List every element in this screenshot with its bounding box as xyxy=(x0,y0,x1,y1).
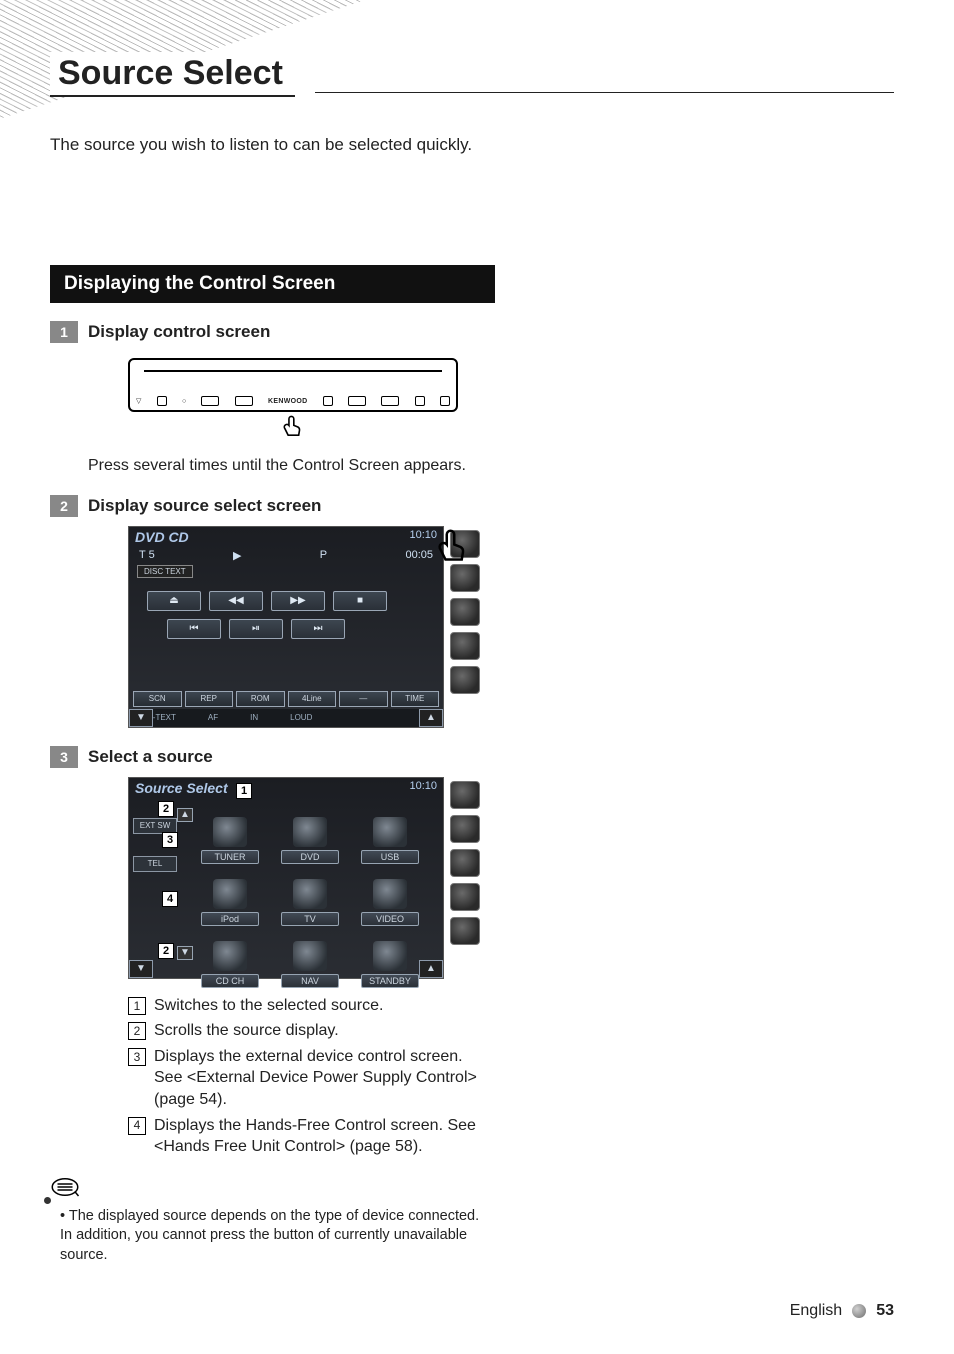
source-nav[interactable]: NAV xyxy=(279,932,341,988)
legend-text: Scrolls the source display. xyxy=(154,1020,495,1042)
tel-button[interactable]: TEL xyxy=(133,856,177,872)
footer-button[interactable]: TIME xyxy=(391,691,440,707)
callout-2-top: 2 xyxy=(158,801,174,817)
side-shortcut[interactable] xyxy=(450,917,480,945)
footer-button[interactable]: REP xyxy=(185,691,234,707)
legend-index: 1 xyxy=(128,997,146,1015)
side-panel xyxy=(444,777,486,979)
eject-button[interactable]: ⏏ xyxy=(147,591,201,611)
legend-text: Displays the Hands-Free Control screen. … xyxy=(154,1115,495,1158)
footer-button[interactable]: SCN xyxy=(133,691,182,707)
callout-1: 1 xyxy=(236,783,252,799)
page-up-button[interactable]: ▲ xyxy=(419,709,443,727)
section-heading: Displaying the Control Screen xyxy=(50,265,495,303)
footer-page-number: 53 xyxy=(876,1302,894,1320)
callout-3: 3 xyxy=(162,832,178,848)
side-shortcut[interactable] xyxy=(450,666,480,694)
source-standby[interactable]: STANDBY xyxy=(359,932,421,988)
side-shortcut[interactable] xyxy=(450,598,480,626)
source-tv[interactable]: TV xyxy=(279,870,341,926)
step1-title: Display control screen xyxy=(88,322,495,342)
control-screen: DVD CD 10:10 T 5 ▶ P 00:05 DISC TEXT ⏏ xyxy=(128,526,444,728)
step3-title: Select a source xyxy=(88,747,495,767)
disc-text-button[interactable]: DISC TEXT xyxy=(137,565,193,578)
footer-button[interactable]: — xyxy=(339,691,388,707)
legend-index: 2 xyxy=(128,1022,146,1040)
footer-button[interactable]: 4Line xyxy=(288,691,337,707)
side-shortcut[interactable] xyxy=(450,632,480,660)
play-state: P xyxy=(320,549,327,562)
legend-index: 4 xyxy=(128,1117,146,1135)
prev-track-button[interactable]: ⏮ xyxy=(167,619,221,639)
step-number-2: 2 xyxy=(50,495,78,517)
screen-title: DVD CD xyxy=(135,529,189,545)
stop-button[interactable]: ■ xyxy=(333,591,387,611)
screen-title: Source Select xyxy=(135,780,228,796)
step-number-3: 3 xyxy=(50,746,78,768)
intro-text: The source you wish to listen to can be … xyxy=(50,135,894,155)
callout-2-bottom: 2 xyxy=(158,943,174,959)
page-up-button[interactable]: ▲ xyxy=(419,960,443,978)
source-tuner[interactable]: TUNER xyxy=(199,808,261,864)
scroll-up-button[interactable]: ▲ xyxy=(177,808,193,822)
footer-bullet-icon xyxy=(852,1304,866,1318)
legend-list: 1 Switches to the selected source. 2 Scrol… xyxy=(128,995,495,1158)
footer-language: English xyxy=(790,1302,842,1320)
note-icon xyxy=(50,1176,495,1203)
step1-text: Press several times until the Control Sc… xyxy=(88,455,495,477)
page-down-button[interactable]: ▼ xyxy=(129,960,153,978)
source-cdch[interactable]: CD CH xyxy=(199,932,261,988)
note-text: The displayed source depends on the type… xyxy=(60,1207,495,1266)
source-dvd[interactable]: DVD xyxy=(279,808,341,864)
page-down-button[interactable]: ▼ xyxy=(129,709,153,727)
subbar-item: LOUD xyxy=(290,713,312,722)
side-shortcut[interactable] xyxy=(450,849,480,877)
track-label: T 5 xyxy=(139,549,155,562)
faceplate-brand: KENWOOD xyxy=(268,398,307,405)
next-track-button[interactable]: ⏭ xyxy=(291,619,345,639)
source-select-screen: Source Select 10:10 EXT SW TEL ▲ ▼ TUNER… xyxy=(128,777,444,979)
side-shortcut[interactable] xyxy=(450,815,480,843)
legend-text: Switches to the selected source. xyxy=(154,995,495,1017)
source-usb[interactable]: USB xyxy=(359,808,421,864)
footer-button[interactable]: ROM xyxy=(236,691,285,707)
faceplate-diagram: ▽ ○ KENWOOD xyxy=(128,358,458,445)
elapsed-time: 00:05 xyxy=(405,549,433,562)
side-shortcut[interactable] xyxy=(450,564,480,592)
legend-index: 3 xyxy=(128,1048,146,1066)
callout-4: 4 xyxy=(162,891,178,907)
rewind-button[interactable]: ◀◀ xyxy=(209,591,263,611)
step-number-1: 1 xyxy=(50,321,78,343)
source-ipod[interactable]: iPod xyxy=(199,870,261,926)
subbar-item: IN xyxy=(250,713,258,722)
legend-text: Displays the external device control scr… xyxy=(154,1046,495,1111)
touch-icon xyxy=(433,527,473,567)
scroll-down-button[interactable]: ▼ xyxy=(177,946,193,960)
subbar-item: AF xyxy=(208,713,218,722)
page-title: Source Select xyxy=(50,52,295,97)
fast-forward-button[interactable]: ▶▶ xyxy=(271,591,325,611)
play-icon: ▶ xyxy=(233,549,241,562)
screen-clock: 10:10 xyxy=(409,780,437,792)
play-pause-button[interactable]: ⏯ xyxy=(229,619,283,639)
source-video[interactable]: VIDEO xyxy=(359,870,421,926)
step2-title: Display source select screen xyxy=(88,496,495,516)
side-shortcut[interactable] xyxy=(450,781,480,809)
title-underline xyxy=(315,92,894,93)
touch-icon xyxy=(280,414,306,445)
side-shortcut[interactable] xyxy=(450,883,480,911)
